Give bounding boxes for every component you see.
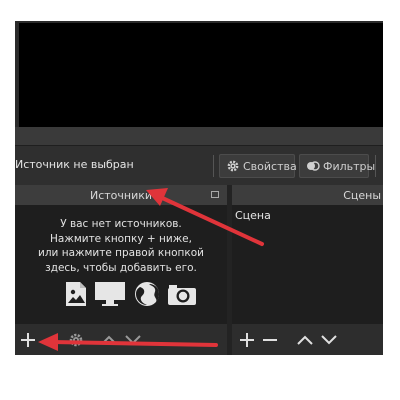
move-source-up-button[interactable]: [98, 329, 120, 351]
empty-sources-message: У вас нет источников. Нажмите кнопку + н…: [15, 217, 227, 275]
add-icon: [240, 333, 254, 347]
empty-message-line: У вас нет источников.: [60, 218, 182, 230]
camera-icon: [167, 282, 197, 310]
sources-footer: [15, 324, 227, 355]
empty-message-line: или нажмите правой кнопкой: [38, 247, 204, 259]
filters-button[interactable]: Фильтры: [299, 154, 375, 178]
sources-dock-header: Источники: [15, 185, 227, 205]
add-scene-button[interactable]: [236, 329, 258, 351]
image-icon: [65, 281, 87, 311]
properties-button[interactable]: Свойства: [219, 154, 297, 178]
move-scene-up-button[interactable]: [294, 329, 316, 351]
filters-label: Фильтры: [323, 159, 376, 173]
chevron-down-icon: [321, 335, 337, 345]
preview-canvas[interactable]: [19, 23, 383, 127]
sources-title: Источники: [89, 188, 153, 202]
remove-icon: [263, 339, 277, 341]
move-scene-down-button[interactable]: [318, 329, 340, 351]
scenes-list[interactable]: Сцена: [232, 205, 383, 324]
gear-icon: [226, 159, 240, 173]
empty-message-line: Нажмите кнопку + ниже,: [50, 232, 192, 245]
undock-icon[interactable]: [211, 191, 219, 198]
scenes-dock-header: Сцены: [232, 185, 383, 205]
sources-dock: Источники У вас нет источников. Нажмите …: [15, 185, 227, 355]
remove-scene-button[interactable]: [259, 329, 281, 351]
monitor-icon: [94, 281, 126, 311]
move-source-down-button[interactable]: [122, 329, 144, 351]
properties-label: Свойства: [243, 159, 297, 173]
gear-icon: [69, 333, 83, 347]
source-properties-button[interactable]: [65, 329, 87, 351]
chevron-up-icon: [101, 335, 117, 345]
sources-list[interactable]: У вас нет источников. Нажмите кнопку + н…: [15, 205, 227, 324]
scenes-dock: Сцены Сцена: [232, 185, 383, 355]
scenes-title: Сцены: [343, 188, 381, 202]
source-toolbar: Источник не выбран Свойства Фильтры: [15, 145, 383, 187]
source-type-icons: [65, 282, 197, 310]
chevron-down-icon: [125, 335, 141, 345]
toolbar-divider: [375, 155, 376, 177]
empty-message-line: здесь, чтобы добавить его.: [45, 261, 197, 274]
globe-icon: [134, 281, 160, 311]
scene-list-item[interactable]: Сцена: [235, 208, 383, 224]
filters-icon: [306, 159, 320, 173]
scenes-footer: [232, 324, 383, 355]
toolbar-divider: [213, 155, 214, 177]
add-icon: [21, 333, 35, 347]
chevron-up-icon: [297, 335, 313, 345]
add-source-button[interactable]: [17, 329, 39, 351]
no-source-label: Источник не выбран: [15, 158, 134, 171]
preview-frame: [15, 127, 383, 145]
obs-window: Источник не выбран Свойства Фильтры Исто…: [15, 21, 383, 355]
